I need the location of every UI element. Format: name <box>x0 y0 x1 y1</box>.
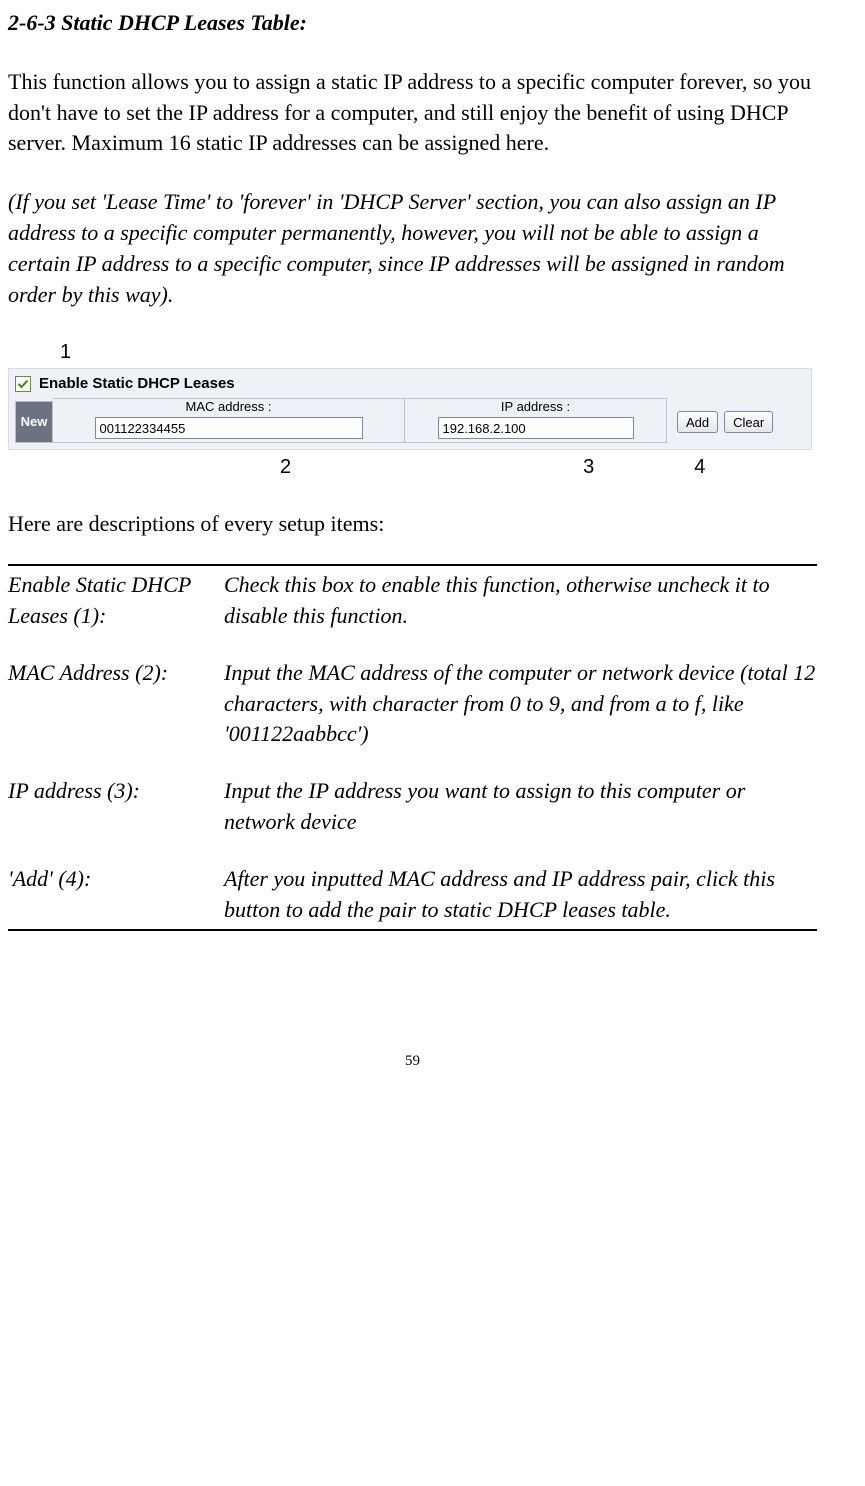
callout-bottom-row: 2 3 4 <box>8 453 817 481</box>
item-row: 'Add' (4): After you inputted MAC addres… <box>8 864 817 926</box>
section-heading: 2-6-3 Static DHCP Leases Table: <box>8 8 817 39</box>
items-lead: Here are descriptions of every setup ite… <box>8 509 817 540</box>
item-desc: Input the IP address you want to assign … <box>224 776 817 838</box>
item-label: Enable Static DHCP Leases (1): <box>8 570 224 632</box>
item-desc: Check this box to enable this function, … <box>224 570 817 632</box>
check-icon <box>17 378 29 390</box>
page-number: 59 <box>8 1051 817 1072</box>
item-row: IP address (3): Input the IP address you… <box>8 776 817 838</box>
dhcp-panel: Enable Static DHCP Leases New MAC addres… <box>8 368 812 450</box>
callout-1: 1 <box>60 338 817 366</box>
items-table: Enable Static DHCP Leases (1): Check thi… <box>8 564 817 931</box>
callout-3: 3 <box>583 453 594 481</box>
button-cell: Add Clear <box>667 401 773 443</box>
item-label: MAC Address (2): <box>8 658 224 750</box>
enable-row: Enable Static DHCP Leases <box>15 373 805 394</box>
enable-checkbox[interactable] <box>15 376 31 392</box>
mac-header: MAC address : <box>53 399 404 417</box>
enable-label: Enable Static DHCP Leases <box>39 373 235 394</box>
clear-button[interactable]: Clear <box>724 411 773 433</box>
item-desc: Input the MAC address of the computer or… <box>224 658 817 750</box>
ip-header: IP address : <box>405 399 666 417</box>
intro-paragraph: This function allows you to assign a sta… <box>8 67 817 159</box>
callout-4: 4 <box>694 453 705 481</box>
item-label: IP address (3): <box>8 776 224 838</box>
new-row-label: New <box>15 401 53 443</box>
callout-2: 2 <box>280 453 291 481</box>
item-label: 'Add' (4): <box>8 864 224 926</box>
lease-input-row: New MAC address : IP address : Add Clear <box>15 398 805 443</box>
mac-input[interactable] <box>95 417 363 439</box>
item-row: MAC Address (2): Input the MAC address o… <box>8 658 817 750</box>
ip-column: IP address : <box>405 398 667 443</box>
screenshot-block: 1 Enable Static DHCP Leases New MAC addr… <box>8 338 817 481</box>
note-paragraph: (If you set 'Lease Time' to 'forever' in… <box>8 187 817 310</box>
add-button[interactable]: Add <box>677 411 718 433</box>
ip-input[interactable] <box>438 417 634 439</box>
mac-column: MAC address : <box>53 398 405 443</box>
item-desc: After you inputted MAC address and IP ad… <box>224 864 817 926</box>
item-row: Enable Static DHCP Leases (1): Check thi… <box>8 570 817 632</box>
